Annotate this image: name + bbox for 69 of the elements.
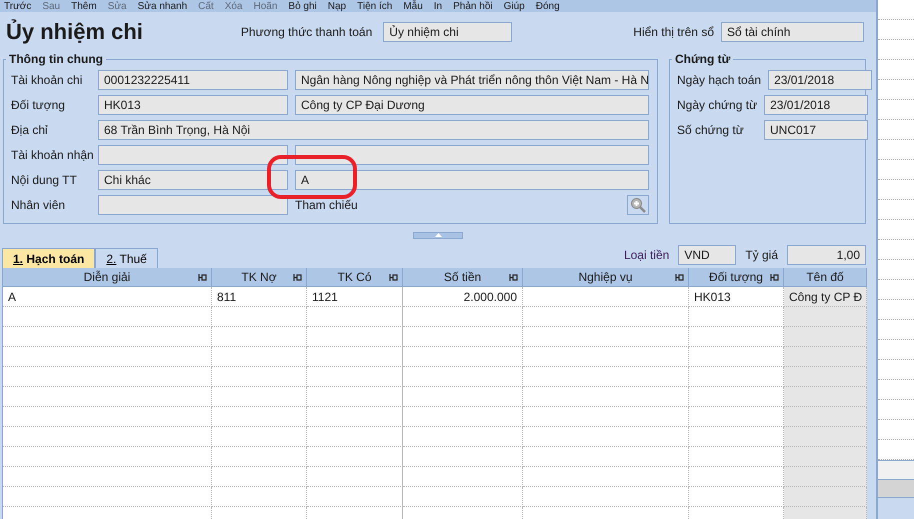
input-field[interactable]: HK013 [98,95,288,115]
pin-icon[interactable] [198,273,207,282]
column-header[interactable]: Tên đố [784,268,867,287]
pin-icon[interactable] [675,273,684,282]
toolbar-button[interactable]: Tiện ích [357,0,404,12]
magnifier-icon [630,197,646,213]
toolbar-button[interactable]: Phản hồi [453,0,504,12]
field-label: Tài khoản chi [11,73,84,87]
table-cell: 2.000.000 [403,287,523,307]
toolbar-button[interactable]: Bỏ ghi [288,0,328,12]
field-label: Đối tượng [11,98,66,112]
column-header[interactable]: Nghiệp vụ [523,268,689,287]
input-field[interactable] [98,195,288,215]
field-label: Tỷ giá [745,248,778,262]
toolbar-button[interactable]: Giúp [504,0,536,12]
pin-icon[interactable] [389,273,398,282]
reference-label: Tham chiếu [295,198,358,212]
field-label: Ngày chứng từ [677,98,758,112]
tab[interactable]: 2. Thuế [95,248,158,268]
field-label: Nội dung TT [11,173,78,187]
toolbar-button[interactable]: Trước [4,0,42,12]
pin-icon[interactable] [770,273,779,282]
toolbar-button[interactable]: In [434,0,454,12]
input-field[interactable]: 1,00 [787,245,866,265]
input-field[interactable]: VND [678,245,736,265]
column-header[interactable]: TK Nợ [212,268,307,287]
field-label: Tài khoản nhận [11,148,91,162]
group-title: Chứng từ [674,52,732,66]
input-field[interactable]: Sổ tài chính [721,22,864,42]
field-label: Địa chỉ [11,123,49,137]
table-cell: 811 [212,287,307,307]
field-label: Ngày hạch toán [677,73,762,87]
field-label: Hiển thị trên sổ [633,25,714,39]
input-field[interactable]: 23/01/2018 [764,95,868,115]
input-field[interactable]: 68 Trần Bình Trọng, Hà Nội [98,120,649,140]
input-field[interactable]: Công ty CP Đại Dương [295,95,649,115]
input-field[interactable]: Ủy nhiệm chi [383,22,512,42]
column-header[interactable]: Số tiền [403,268,523,287]
table-cell: 1121 [307,287,403,307]
column-header[interactable]: Diễn giải [3,268,212,287]
tab[interactable]: 1. Hạch toán [2,248,96,268]
pin-icon[interactable] [509,273,518,282]
column-header[interactable]: Đối tượng [689,268,784,287]
input-field[interactable]: Chi khác [98,170,288,190]
input-field[interactable]: A [295,170,649,190]
input-field[interactable]: Ngân hàng Nông nghiệp và Phát triển nông thôn Việt Nam - Hà N [295,70,649,90]
field-label: Nhân viên [11,198,66,212]
toolbar-button[interactable]: Thêm [71,0,108,12]
toolbar-button[interactable]: Đóng [536,0,571,12]
input-field[interactable]: 23/01/2018 [768,70,872,90]
pin-icon[interactable] [293,273,302,282]
zoom-in-button[interactable] [627,195,649,215]
toolbar-button[interactable]: Sửa nhanh [138,0,198,12]
input-field[interactable]: UNC017 [764,120,868,140]
table-cell: Công ty CP Đ [784,287,867,307]
field-label: Phương thức thanh toán [240,25,372,39]
toolbar-button[interactable]: Mẫu [403,0,434,12]
input-field[interactable] [98,145,288,165]
input-field[interactable]: 0001232225411 [98,70,288,90]
table-cell: A [3,287,212,307]
group-title: Thông tin chung [8,52,104,66]
form-title: Ủy nhiệm chi [6,19,143,45]
column-header[interactable]: TK Có [307,268,403,287]
table-cell: HK013 [689,287,784,307]
caret-icon [434,233,442,237]
field-label: Số chứng từ [677,123,745,137]
field-label: Loại tiền [624,248,670,262]
input-field[interactable] [295,145,649,165]
toolbar-button[interactable]: Nạp [328,0,358,12]
